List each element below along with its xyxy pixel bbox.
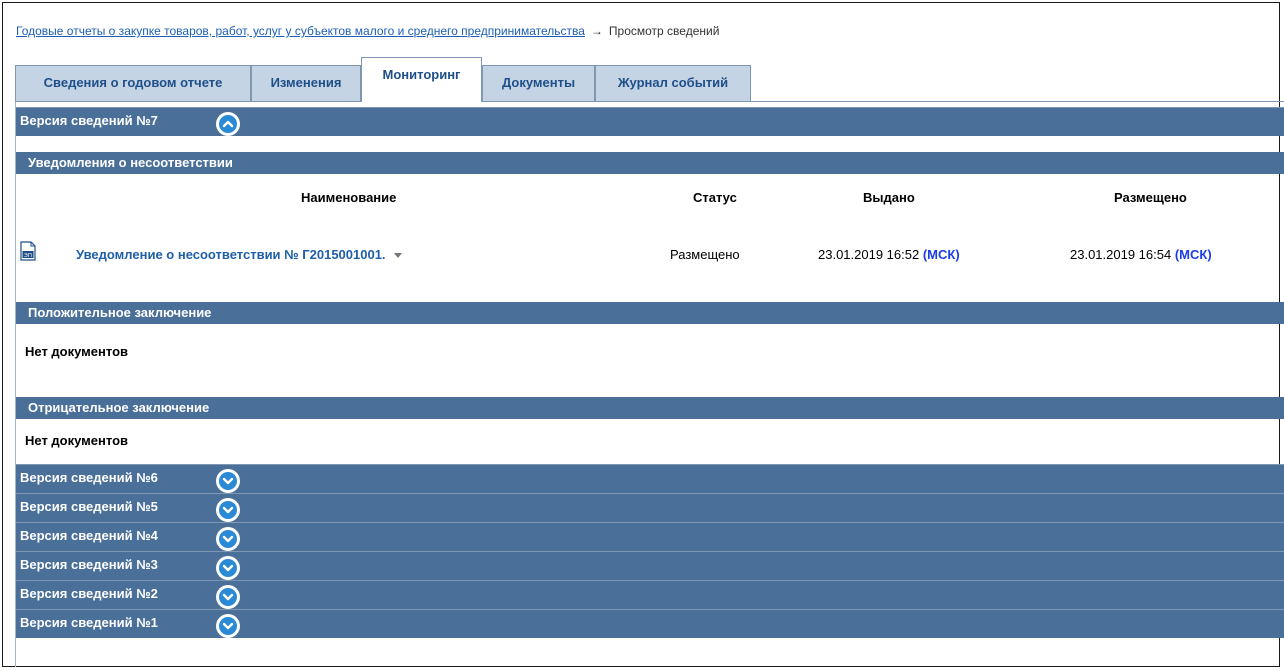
tab-bar: Сведения о годовом отчете Изменения Мони… xyxy=(15,57,1284,102)
version-bar-1[interactable]: Версия сведений №1 xyxy=(16,609,1284,638)
chevron-down-icon xyxy=(222,535,234,543)
version-label: Версия сведений №7 xyxy=(20,113,158,128)
expand-version-toggle[interactable] xyxy=(216,469,240,493)
version-label: Версия сведений №1 xyxy=(20,615,158,630)
breadcrumb: Годовые отчеты о закупке товаров, работ,… xyxy=(16,24,719,38)
tab-event-log[interactable]: Журнал событий xyxy=(595,65,751,101)
chevron-down-icon xyxy=(222,564,234,572)
notice-name: Уведомление о несоответствии № Г20150010… xyxy=(76,247,402,262)
issued-datetime: 23.01.2019 16:52 xyxy=(818,247,920,262)
chevron-down-icon[interactable] xyxy=(393,253,402,259)
version-label: Версия сведений №3 xyxy=(20,557,158,572)
chevron-up-icon xyxy=(222,120,234,128)
tab-report-info[interactable]: Сведения о годовом отчете xyxy=(15,65,251,101)
expand-version-toggle[interactable] xyxy=(216,498,240,522)
column-issued: Выдано xyxy=(863,190,915,205)
version-label: Версия сведений №5 xyxy=(20,499,158,514)
chevron-down-icon xyxy=(222,622,234,630)
column-name: Наименование xyxy=(301,190,397,205)
expand-version-toggle[interactable] xyxy=(216,614,240,638)
tab-changes[interactable]: Изменения xyxy=(251,65,361,101)
positive-empty-text: Нет документов xyxy=(25,344,129,359)
section-notices-header: Уведомления о несоответствии xyxy=(16,152,1284,174)
tab-documents[interactable]: Документы xyxy=(482,65,595,101)
section-positive-header: Положительное заключение xyxy=(16,302,1284,324)
placed-timezone[interactable]: (МСК) xyxy=(1175,247,1212,262)
notice-status: Размещено xyxy=(670,247,740,262)
expand-version-toggle[interactable] xyxy=(216,527,240,551)
section-negative-header: Отрицательное заключение xyxy=(16,397,1284,419)
expand-version-toggle[interactable] xyxy=(216,585,240,609)
monitoring-panel: Версия сведений №7 Уведомления о несоотв… xyxy=(15,102,1284,667)
version-bar-7[interactable]: Версия сведений №7 xyxy=(16,107,1284,136)
breadcrumb-parent-link[interactable]: Годовые отчеты о закупке товаров, работ,… xyxy=(16,24,585,38)
notice-placed: 23.01.2019 16:54 (МСК) xyxy=(1070,247,1212,262)
collapse-version-toggle[interactable] xyxy=(216,112,240,136)
version-bar-2[interactable]: Версия сведений №2 xyxy=(16,580,1284,609)
version-bar-3[interactable]: Версия сведений №3 xyxy=(16,551,1284,580)
version-bar-6[interactable]: Версия сведений №6 xyxy=(16,464,1284,493)
column-placed: Размещено xyxy=(1114,190,1187,205)
chevron-down-icon xyxy=(222,506,234,514)
negative-empty-text: Нет документов xyxy=(25,433,129,448)
issued-timezone[interactable]: (МСК) xyxy=(923,247,960,262)
breadcrumb-current: Просмотр сведений xyxy=(608,24,720,38)
version-bar-4[interactable]: Версия сведений №4 xyxy=(16,522,1284,551)
version-bar-5[interactable]: Версия сведений №5 xyxy=(16,493,1284,522)
tab-monitoring[interactable]: Мониторинг xyxy=(361,57,482,102)
version-label: Версия сведений №2 xyxy=(20,586,158,601)
placed-datetime: 23.01.2019 16:54 xyxy=(1070,247,1172,262)
notice-link[interactable]: Уведомление о несоответствии № Г20150010… xyxy=(76,247,386,262)
document-signed-icon-label: ЭП xyxy=(24,253,32,259)
chevron-down-icon xyxy=(222,477,234,485)
breadcrumb-arrow: → xyxy=(590,24,603,38)
chevron-down-icon xyxy=(222,593,234,601)
expand-version-toggle[interactable] xyxy=(216,556,240,580)
document-signed-icon[interactable]: ЭП xyxy=(20,241,36,261)
notice-issued: 23.01.2019 16:52 (МСК) xyxy=(818,247,960,262)
column-status: Статус xyxy=(693,190,737,205)
version-label: Версия сведений №4 xyxy=(20,528,158,543)
version-label: Версия сведений №6 xyxy=(20,470,158,485)
